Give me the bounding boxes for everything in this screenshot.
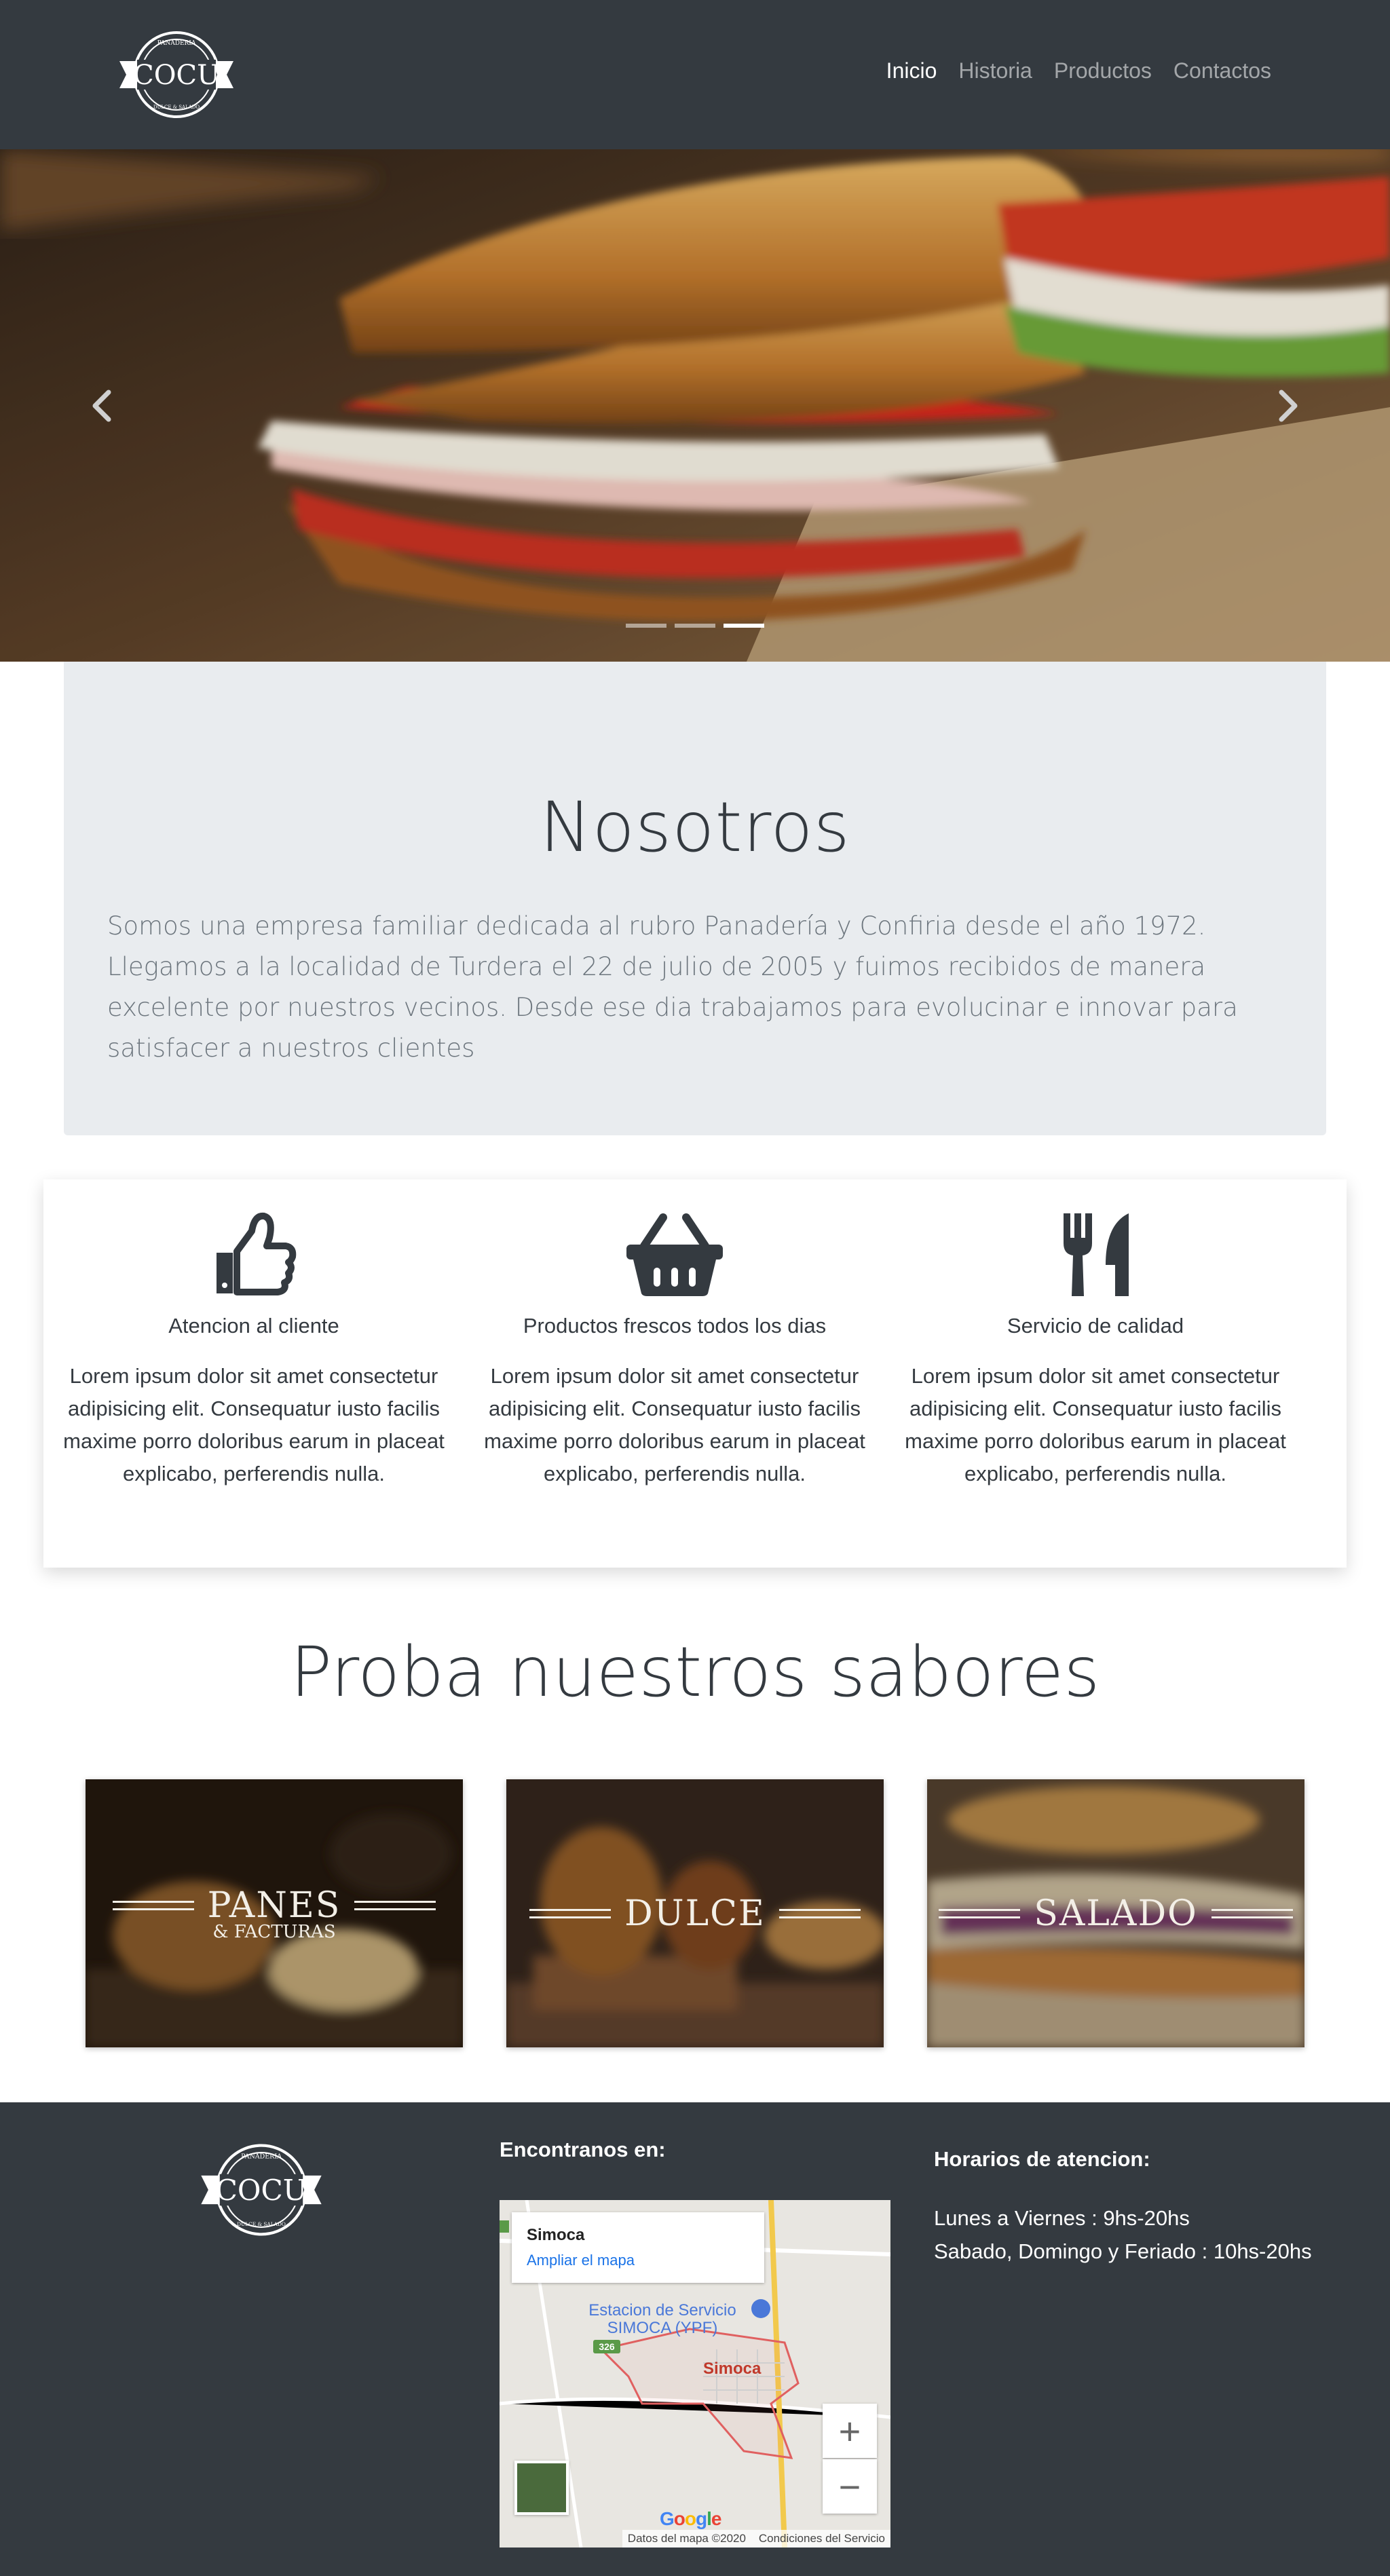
feature-text: Lorem ipsum dolor sit amet consectetur a… <box>63 1364 445 1485</box>
map-terms-link[interactable]: Condiciones del Servicio <box>759 2532 885 2545</box>
about-text: Somos una empresa familiar dedicada al r… <box>107 911 1238 1063</box>
brand-logo[interactable]: COCU PANADERIA DULCE & SALADO <box>115 27 238 122</box>
feature-title: Servicio de calidad <box>1007 1314 1184 1338</box>
card-title: SALADO <box>1034 1893 1198 1934</box>
nav-menu: Inicio Historia Productos Contactos <box>886 58 1271 83</box>
map-info-card: Simoca Ampliar el mapa <box>512 2212 764 2283</box>
svg-text:Estacion de Servicio: Estacion de Servicio <box>588 2301 736 2319</box>
sandwich-slide-image <box>0 149 1390 662</box>
thumbs-up-icon <box>203 1211 305 1299</box>
carousel-indicator-2[interactable] <box>675 624 715 628</box>
hours-weekend: Sabado, Domingo y Feriado : 10hs-20hs <box>934 2239 1312 2263</box>
card-subtitle: & FACTURAS <box>212 1921 336 1942</box>
map-zoom-in-button[interactable]: + <box>823 2404 877 2458</box>
card-label: SALADO <box>927 1779 1304 2047</box>
map-place-name: Simoca <box>527 2226 585 2244</box>
flavors-title: Proba nuestros sabores <box>290 1632 1100 1713</box>
svg-text:COCU: COCU <box>216 2174 307 2207</box>
card-panes[interactable]: PANES & FACTURAS <box>86 1779 463 2047</box>
hero-carousel <box>0 149 1390 662</box>
carousel-indicators <box>0 624 1390 628</box>
map-satellite-toggle[interactable] <box>514 2461 569 2515</box>
map-data-attribution: Datos del mapa ©2020 <box>627 2532 746 2545</box>
chevron-right-icon <box>1279 390 1298 421</box>
navbar: COCU PANADERIA DULCE & SALADO Inicio His… <box>0 0 1390 149</box>
embedded-map[interactable]: 326 Estacion de Servicio SIMOCA (YPF) Si… <box>500 2200 890 2547</box>
card-label: DULCE <box>506 1779 884 2047</box>
map-zoom-out-button[interactable]: − <box>823 2459 877 2514</box>
footer: COCU PANADERIA DULCE & SALADO Encontrano… <box>0 2102 1390 2576</box>
hours-list: Lunes a Viernes : 9hs-20hs Sabado, Domin… <box>934 2201 1312 2268</box>
find-us-heading: Encontranos en: <box>500 2138 666 2161</box>
card-title: PANES <box>207 1884 341 1926</box>
feature-quality-service: Servicio de calidad Lorem ipsum dolor si… <box>885 1179 1306 1490</box>
carousel-indicator-3[interactable] <box>724 624 764 628</box>
svg-text:COCU: COCU <box>133 60 220 91</box>
nav-link-productos[interactable]: Productos <box>1054 58 1152 83</box>
card-salado[interactable]: SALADO <box>927 1779 1304 2047</box>
enlarge-map-link[interactable]: Ampliar el mapa <box>527 2252 749 2269</box>
features-panel: Atencion al cliente Lorem ipsum dolor si… <box>43 1179 1347 1568</box>
about-title: Nosotros <box>540 787 850 868</box>
svg-text:PANADERIA: PANADERIA <box>157 40 196 47</box>
svg-text:Simoca: Simoca <box>703 2360 762 2378</box>
shopping-basket-icon <box>624 1211 726 1299</box>
feature-text: Lorem ipsum dolor sit amet consectetur a… <box>905 1364 1286 1485</box>
svg-text:PANADERIA: PANADERIA <box>241 2153 282 2161</box>
map-attribution[interactable]: Datos del mapa ©2020 Condiciones del Ser… <box>622 2530 890 2547</box>
hours-weekdays: Lunes a Viernes : 9hs-20hs <box>934 2206 1190 2230</box>
card-dulce[interactable]: DULCE <box>506 1779 884 2047</box>
feature-title: Atencion al cliente <box>168 1314 339 1338</box>
svg-text:326: 326 <box>599 2341 615 2352</box>
svg-text:DULCE & SALADO: DULCE & SALADO <box>237 2221 286 2227</box>
carousel-prev-button[interactable] <box>0 149 204 662</box>
card-label: PANES & FACTURAS <box>86 1779 463 2047</box>
hours-heading: Horarios de atencion: <box>934 2147 1150 2171</box>
carousel-next-button[interactable] <box>1186 149 1390 662</box>
nav-link-inicio[interactable]: Inicio <box>886 58 937 83</box>
svg-text:DULCE & SALADO: DULCE & SALADO <box>153 105 200 110</box>
feature-text: Lorem ipsum dolor sit amet consectetur a… <box>484 1364 865 1485</box>
feature-fresh-products: Productos frescos todos los dias Lorem i… <box>464 1179 885 1490</box>
chevron-left-icon <box>92 390 111 421</box>
footer-logo: COCU PANADERIA DULCE & SALADO <box>197 2140 326 2240</box>
about-jumbotron: Nosotros Somos una empresa familiar dedi… <box>64 662 1326 1135</box>
flavor-cards: PANES & FACTURAS DULCE SALADO <box>0 1779 1390 2047</box>
carousel-indicator-1[interactable] <box>626 624 666 628</box>
nav-link-contactos[interactable]: Contactos <box>1173 58 1271 83</box>
feature-customer-service: Atencion al cliente Lorem ipsum dolor si… <box>43 1179 464 1490</box>
svg-text:SIMOCA (YPF): SIMOCA (YPF) <box>607 2319 718 2337</box>
utensils-icon <box>1045 1211 1146 1299</box>
card-title: DULCE <box>624 1893 766 1934</box>
nav-link-historia[interactable]: Historia <box>958 58 1032 83</box>
feature-title: Productos frescos todos los dias <box>523 1314 827 1338</box>
google-logo: Google <box>660 2508 721 2529</box>
